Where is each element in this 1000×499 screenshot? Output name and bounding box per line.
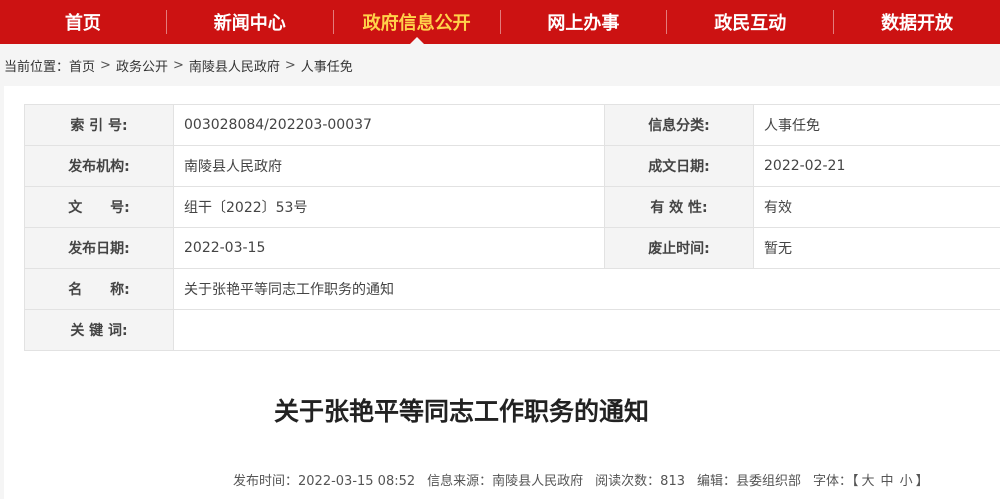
created-date-value: 2022-02-21 [753, 145, 1000, 187]
breadcrumb-prefix: 当前位置： [4, 59, 70, 75]
font-size-large-button[interactable]: 大 [862, 470, 875, 489]
validity-value: 有效 [753, 186, 1000, 228]
publish-date-label: 发布日期: [24, 227, 174, 269]
nav-news[interactable]: 新闻中心 [167, 0, 333, 44]
nav-home[interactable]: 首页 [0, 0, 166, 44]
category-label: 信息分类: [604, 104, 754, 146]
editor: 编辑：县委组织部 [697, 474, 802, 489]
table-row: 名 称: 关于张艳平等同志工作职务的通知 [24, 268, 1000, 310]
keywords-value [173, 309, 1000, 351]
breadcrumb-separator: > [100, 57, 111, 73]
nav-online-service[interactable]: 网上办事 [500, 0, 666, 44]
doc-number-label: 文 号: [24, 186, 174, 228]
table-row: 索 引 号: 003028084/202203-00037 信息分类: 人事任免 [24, 104, 1000, 146]
keywords-label: 关 键 词: [24, 309, 174, 351]
index-label: 索 引 号: [24, 104, 174, 146]
breadcrumb-separator: > [172, 57, 184, 73]
breadcrumb-home[interactable]: 首页 [69, 56, 95, 75]
nav-gov-info[interactable]: 政府信息公开 [334, 0, 500, 44]
view-count: 阅读次数：813 [595, 474, 685, 489]
publish-date-value: 2022-03-15 [173, 227, 605, 269]
content-panel: 索 引 号: 003028084/202203-00037 信息分类: 人事任免… [4, 86, 1000, 499]
publisher-label: 发布机构: [24, 145, 174, 187]
article-title: 关于张艳平等同志工作职务的通知 [274, 397, 650, 426]
breadcrumb: 当前位置： 首页 > 政务公开 > 南陵县人民政府 > 人事任免 [4, 55, 353, 75]
doc-name-value: 关于张艳平等同志工作职务的通知 [173, 268, 1000, 310]
breadcrumb-personnel[interactable]: 人事任免 [301, 56, 353, 75]
top-navbar: 首页 新闻中心 政府信息公开 网上办事 政民互动 数据开放 [0, 0, 1000, 44]
table-row: 发布机构: 南陵县人民政府 成文日期: 2022-02-21 [24, 145, 1000, 187]
expiry-label: 废止时间: [604, 227, 754, 269]
category-value: 人事任免 [753, 104, 1000, 146]
breadcrumb-gov-affairs[interactable]: 政务公开 [116, 56, 168, 75]
publish-time: 发布时间：2022-03-15 08:52 [233, 474, 416, 489]
nav-open-data[interactable]: 数据开放 [834, 0, 1000, 44]
nav-interaction[interactable]: 政民互动 [667, 0, 833, 44]
index-value: 003028084/202203-00037 [173, 104, 605, 146]
font-size-medium-button[interactable]: 中 [881, 470, 894, 489]
breadcrumb-separator: > [284, 57, 296, 73]
validity-label: 有 效 性: [604, 186, 754, 228]
font-size-small-button[interactable]: 小 [900, 470, 913, 489]
font-size-bracket: 】 [915, 474, 929, 489]
created-date-label: 成文日期: [604, 145, 754, 187]
font-size-label: 字体：【 [813, 474, 859, 489]
expiry-value: 暂无 [753, 227, 1000, 269]
doc-name-label: 名 称: [24, 268, 174, 310]
doc-number-value: 组干〔2022〕53号 [173, 186, 605, 228]
metadata-table: 索 引 号: 003028084/202203-00037 信息分类: 人事任免… [24, 104, 1000, 351]
table-row: 文 号: 组干〔2022〕53号 有 效 性: 有效 [24, 186, 1000, 228]
publisher-value: 南陵县人民政府 [173, 145, 605, 187]
table-row: 发布日期: 2022-03-15 废止时间: 暂无 [24, 227, 1000, 269]
article-info: 发布时间：2022-03-15 08:52 信息来源：南陵县人民政府 阅读次数：… [233, 470, 929, 489]
breadcrumb-county-gov[interactable]: 南陵县人民政府 [189, 56, 280, 75]
info-source: 信息来源：南陵县人民政府 [427, 474, 584, 489]
table-row: 关 键 词: [24, 309, 1000, 351]
